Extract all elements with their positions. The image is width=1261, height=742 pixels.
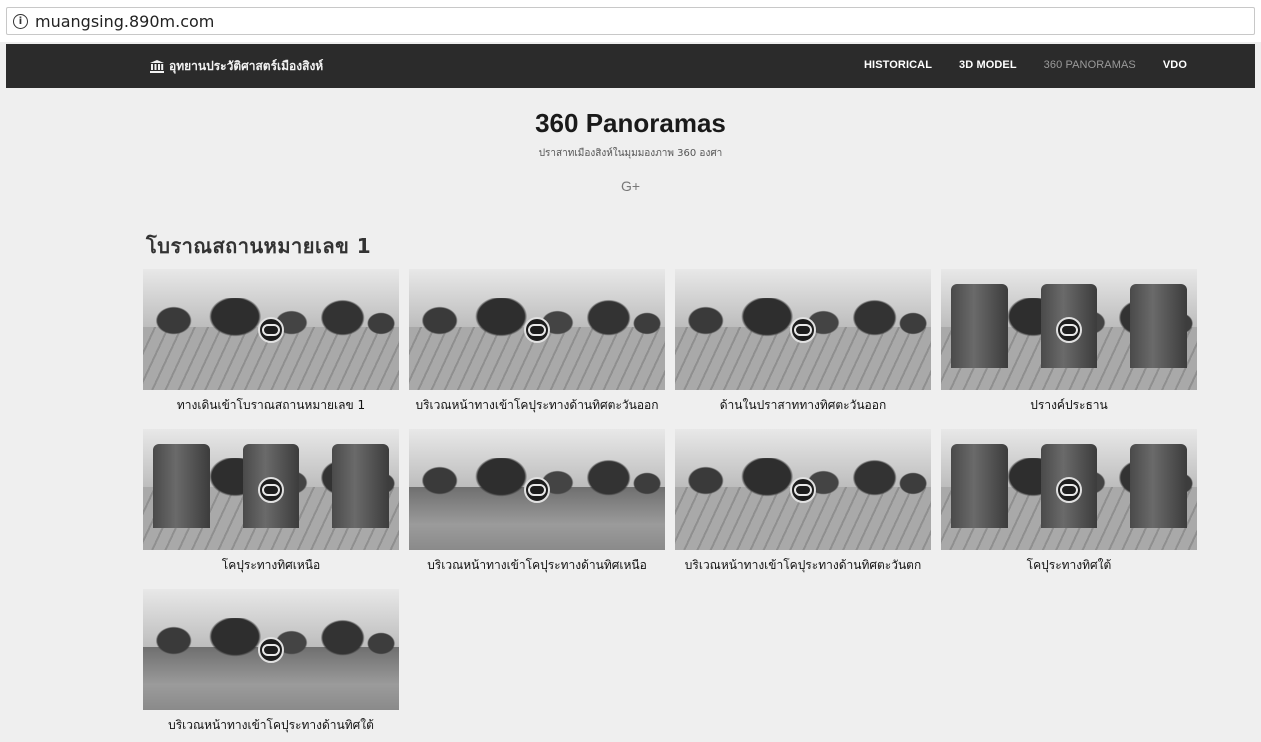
- 360-view-icon[interactable]: [524, 476, 550, 503]
- 360-view-icon[interactable]: [790, 476, 816, 503]
- panorama-card[interactable]: โคปุระทางทิศเหนือ: [143, 429, 399, 575]
- url-field[interactable]: i muangsing.890m.com: [6, 7, 1255, 35]
- 360-view-icon[interactable]: [258, 476, 284, 503]
- nav-historical[interactable]: HISTORICAL: [864, 59, 932, 71]
- panorama-caption[interactable]: บริเวณหน้าทางเข้าโคปุระทางด้านทิศตะวันออ…: [409, 396, 665, 415]
- 360-view-icon[interactable]: [1056, 476, 1082, 503]
- panorama-card[interactable]: บริเวณหน้าทางเข้าโคปุระทางด้านทิศตะวันตก: [675, 429, 931, 575]
- 360-view-icon[interactable]: [790, 316, 816, 343]
- url-text: muangsing.890m.com: [35, 11, 215, 31]
- site-navbar: อุทยานประวัติศาสตร์เมืองสิงห์ HISTORICAL…: [6, 44, 1255, 88]
- 360-view-icon[interactable]: [524, 316, 550, 343]
- panorama-caption[interactable]: บริเวณหน้าทางเข้าโคปุระทางด้านทิศใต้: [143, 716, 399, 735]
- panorama-thumbnail[interactable]: [675, 269, 931, 390]
- panorama-card[interactable]: ทางเดินเข้าโบราณสถานหมายเลข 1: [143, 269, 399, 415]
- nav-vdo[interactable]: VDO: [1163, 59, 1187, 71]
- panorama-card[interactable]: บริเวณหน้าทางเข้าโคปุระทางด้านทิศตะวันออ…: [409, 269, 665, 415]
- 360-view-icon[interactable]: [258, 316, 284, 343]
- panorama-caption[interactable]: ด้านในปราสาททางทิศตะวันออก: [675, 396, 931, 415]
- panorama-card[interactable]: บริเวณหน้าทางเข้าโคปุระทางด้านทิศเหนือ: [409, 429, 665, 575]
- section-title: โบราณสถานหมายเลข 1: [146, 234, 372, 258]
- panorama-thumbnail[interactable]: [143, 589, 399, 710]
- panorama-caption[interactable]: ทางเดินเข้าโบราณสถานหมายเลข 1: [143, 396, 399, 415]
- panorama-caption[interactable]: ปรางค์ประธาน: [941, 396, 1197, 415]
- panorama-thumbnail[interactable]: [941, 429, 1197, 550]
- info-icon[interactable]: i: [13, 13, 28, 29]
- panorama-caption[interactable]: โคปุระทางทิศใต้: [941, 556, 1197, 575]
- nav-360-panoramas[interactable]: 360 PANORAMAS: [1044, 59, 1136, 71]
- panorama-caption[interactable]: บริเวณหน้าทางเข้าโคปุระทางด้านทิศเหนือ: [409, 556, 665, 575]
- panorama-card[interactable]: ด้านในปราสาททางทิศตะวันออก: [675, 269, 931, 415]
- brand-name: อุทยานประวัติศาสตร์เมืองสิงห์: [169, 59, 324, 73]
- panorama-thumbnail[interactable]: [143, 429, 399, 550]
- panorama-thumbnail[interactable]: [941, 269, 1197, 390]
- panorama-thumbnail[interactable]: [409, 429, 665, 550]
- nav-3d-model[interactable]: 3D MODEL: [959, 59, 1017, 71]
- page-subtitle: ปราสาทเมืองสิงห์ในมุมมองภาพ 360 องศา: [538, 148, 723, 159]
- panorama-card[interactable]: ปรางค์ประธาน: [941, 269, 1197, 415]
- panorama-thumbnail[interactable]: [675, 429, 931, 550]
- panorama-card[interactable]: โคปุระทางทิศใต้: [941, 429, 1197, 575]
- panorama-caption[interactable]: โคปุระทางทิศเหนือ: [143, 556, 399, 575]
- 360-view-icon[interactable]: [1056, 316, 1082, 343]
- bank-icon: [150, 60, 164, 73]
- page-title: 360 Panoramas: [535, 108, 726, 138]
- panorama-card[interactable]: บริเวณหน้าทางเข้าโคปุระทางด้านทิศใต้: [143, 589, 399, 735]
- browser-address-bar: i muangsing.890m.com: [0, 0, 1261, 42]
- nav-menu: HISTORICAL 3D MODEL 360 PANORAMAS VDO: [837, 59, 1187, 71]
- site-brand[interactable]: อุทยานประวัติศาสตร์เมืองสิงห์: [150, 57, 323, 76]
- panorama-caption[interactable]: บริเวณหน้าทางเข้าโคปุระทางด้านทิศตะวันตก: [675, 556, 931, 575]
- 360-view-icon[interactable]: [258, 636, 284, 663]
- panorama-thumbnail[interactable]: [409, 269, 665, 390]
- panorama-thumbnail[interactable]: [143, 269, 399, 390]
- google-plus-share-button[interactable]: G+: [0, 178, 1261, 194]
